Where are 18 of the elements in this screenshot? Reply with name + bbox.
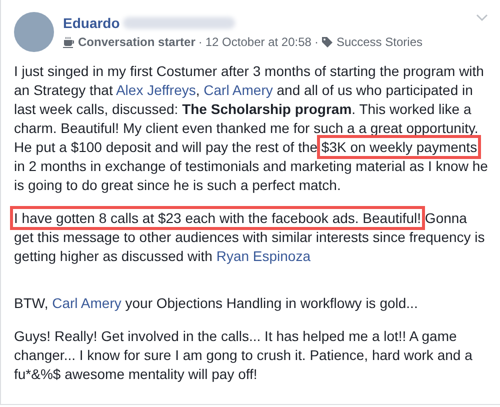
name-link[interactable]: Ryan Espinoza [216,248,311,264]
avatar [14,12,54,52]
name-link[interactable]: Carl Amery [204,82,273,98]
separator: · [198,35,202,49]
author-name[interactable]: Eduardo [63,15,120,31]
chevron-down-icon[interactable] [476,14,488,22]
badge-label: Conversation starter [78,35,196,49]
post-paragraph: I just singed in my first Costumer after 3 months of starting the program with an Strategy that Alex Jeffreys, Carl Amery and all of us who participated in last week calls, discussed: The Scholarship program. This worked like a charm. Beautiful! My client even thanked me for such a a great opportunity. He put a $100 deposit and will pay the rest of the $3K on weekly payments in 2 months in exchange of testimonials and marketing material as I know he is going to do great since he is such a perfect match. [14,62,489,195]
topic-link[interactable]: Success Stories [336,35,422,49]
name-link[interactable]: Carl Amery [52,295,122,311]
name-link[interactable]: Alex Jeffreys [116,82,196,98]
tag-icon [321,36,334,48]
cup-icon [63,36,75,48]
post-paragraph: Guys! Really! Get involved in the calls... It has helped me a lot!! A game changer... I know for sure I am gong to crush it. Patience, hard work and a fu*&%$ awesome mentality will pay off! [14,327,474,384]
separator: · [314,35,318,49]
post-paragraph: I have gotten 8 calls at $23 each with the facebook ads. Beautiful! Gonna get this message to other audiences with similar interests since frequency is getting higher as discussed with Ryan Espinoza [14,209,490,266]
post-time[interactable]: 12 October at 20:58 [205,35,312,49]
post-paragraph: BTW, Carl Amery your Objections Handling in workflowy is gold... [14,294,419,313]
